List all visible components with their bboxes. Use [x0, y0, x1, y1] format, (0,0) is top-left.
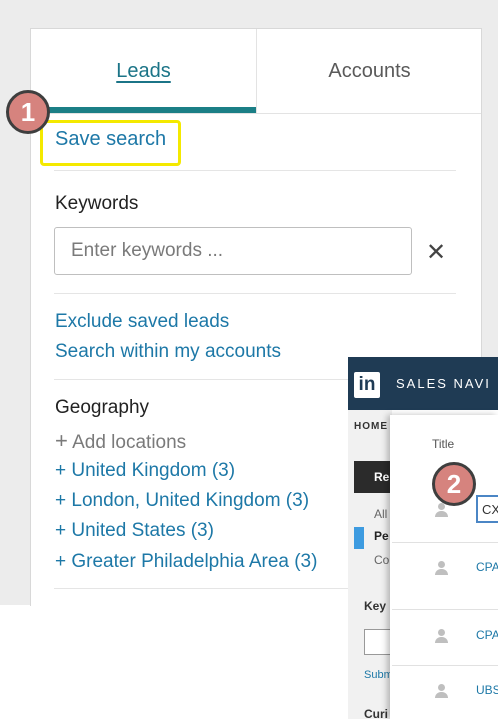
sidebar-dark-button[interactable]: Re: [354, 461, 392, 493]
active-tab-indicator: [31, 107, 256, 113]
keywords-box[interactable]: [364, 629, 392, 655]
sales-navigator-header: in SALES NAVI: [348, 357, 498, 410]
result-item[interactable]: UBS: [476, 683, 498, 697]
sales-navigator-title: SALES NAVI: [396, 376, 491, 391]
result-item[interactable]: CPA: [476, 628, 498, 642]
linkedin-logo: in: [354, 372, 380, 398]
title-label: Title: [432, 437, 455, 451]
current-label: Curi: [364, 707, 388, 719]
step-badge-2: 2: [432, 462, 476, 506]
divider: [392, 665, 498, 666]
tab-accounts[interactable]: Accounts: [256, 29, 482, 113]
sidebar-option[interactable]: Co: [374, 553, 389, 567]
step-badge-1: 1: [6, 90, 50, 134]
person-icon: [434, 503, 448, 517]
geography-heading: Geography: [55, 397, 150, 418]
divider: [54, 588, 348, 589]
geography-item[interactable]: + United Kingdom (3): [55, 460, 235, 482]
divider: [392, 609, 498, 610]
person-icon: [434, 561, 448, 575]
person-icon: [434, 629, 448, 643]
geography-item[interactable]: + Greater Philadelphia Area (3): [55, 551, 317, 573]
tab-bar: Leads Accounts: [31, 29, 481, 114]
result-item[interactable]: CPA: [476, 560, 498, 574]
sales-navigator-inset: in SALES NAVI HOME Re All Pe Co Key Subm…: [348, 357, 498, 719]
keywords-label: Key: [364, 599, 387, 613]
add-locations-label: Add locations: [72, 432, 187, 453]
add-locations-button[interactable]: + Add locations: [55, 428, 186, 454]
divider: [54, 293, 456, 294]
plus-icon: +: [55, 428, 68, 453]
home-link[interactable]: HOME: [354, 421, 388, 432]
sidebar-option[interactable]: All: [374, 507, 387, 521]
submit-link[interactable]: Subm: [364, 669, 393, 681]
title-input[interactable]: CX: [476, 495, 498, 523]
exclude-saved-leads-link[interactable]: Exclude saved leads: [55, 311, 229, 333]
keywords-input[interactable]: [54, 227, 412, 275]
search-within-accounts-link[interactable]: Search within my accounts: [55, 341, 281, 363]
geography-item[interactable]: + London, United Kingdom (3): [55, 490, 309, 512]
clear-icon[interactable]: ✕: [426, 238, 446, 267]
geography-item[interactable]: + United States (3): [55, 520, 214, 542]
tab-leads[interactable]: Leads: [31, 29, 256, 113]
selected-indicator: [354, 527, 364, 549]
keywords-heading: Keywords: [55, 193, 139, 214]
save-search-link[interactable]: Save search: [55, 128, 166, 151]
divider: [392, 542, 498, 543]
sidebar-option[interactable]: Pe: [374, 529, 389, 543]
divider: [54, 170, 456, 171]
person-icon: [434, 684, 448, 698]
